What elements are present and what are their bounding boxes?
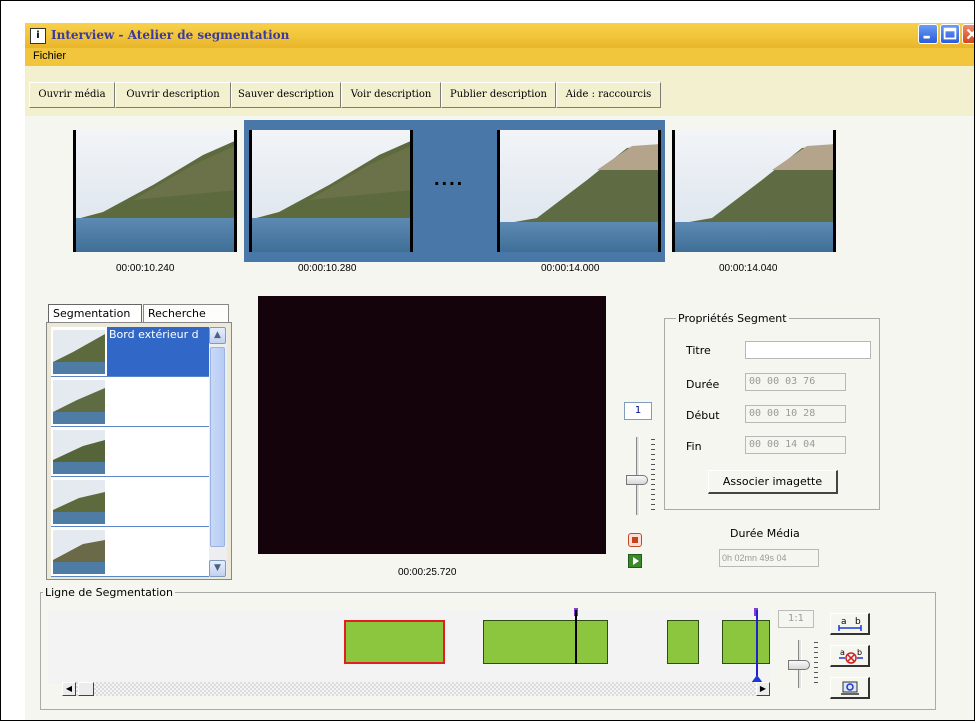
player-time: 00:00:25.720 [398, 567, 457, 578]
segmentation-line-legend: Ligne de Segmentation [43, 586, 175, 599]
timeline-segment[interactable] [483, 620, 608, 664]
thumbnail-4[interactable] [672, 130, 836, 252]
minimize-button[interactable] [918, 24, 938, 44]
timeline-marker [575, 610, 577, 664]
segment-title [107, 527, 209, 576]
zoom-slider[interactable] [788, 640, 822, 690]
svg-text:a: a [841, 617, 847, 627]
segment-list-scrollbar[interactable]: ▲ ▼ [209, 327, 227, 577]
minimize-icon [923, 35, 930, 39]
panel-tabs: Segmentation Recherche [46, 304, 232, 324]
duree-label: Durée [686, 378, 720, 391]
thumbnail-1-time: 00:00:10.240 [116, 263, 175, 274]
segment-title [107, 477, 209, 526]
segment-thumbnail [53, 330, 105, 374]
timeline-segment-selected[interactable] [344, 620, 445, 664]
play-button[interactable] [628, 554, 642, 568]
timeline-scrollbar[interactable] [62, 682, 770, 696]
maximize-icon [943, 27, 957, 40]
maximize-button[interactable] [940, 24, 960, 44]
timeline-segment[interactable] [667, 620, 699, 664]
playback-cursor [756, 610, 758, 676]
media-duration-field: 0h 02mn 49s 04 [719, 549, 819, 567]
segment-title [107, 427, 209, 476]
zoom-slider-handle[interactable] [788, 660, 810, 670]
list-item[interactable] [51, 527, 209, 577]
play-icon [633, 557, 639, 565]
thumbnail-ellipsis: .... [434, 168, 465, 190]
tab-recherche[interactable]: Recherche [143, 304, 229, 324]
split-ab-icon: a b [838, 617, 862, 631]
timeline-scrollbar-thumb[interactable] [78, 682, 94, 696]
preview-segment-button[interactable] [830, 677, 870, 699]
scroll-down-button[interactable]: ▼ [209, 560, 226, 577]
scroll-left-button[interactable]: ◀ [62, 682, 76, 696]
segment-title: Bord extérieur d [107, 327, 209, 376]
segment-list-panel: Bord extérieur d ▲ ▼ [46, 322, 232, 580]
toolbar: Ouvrir média Ouvrir description Sauver d… [25, 66, 974, 116]
segment-title [107, 377, 209, 426]
segment-properties-legend: Propriétés Segment [676, 312, 789, 325]
thumbnail-2-time: 00:00:10.280 [298, 263, 357, 274]
media-duration-label: Durée Média [730, 527, 800, 540]
save-description-button[interactable]: Sauver description [231, 82, 341, 108]
speed-field[interactable]: 1 [624, 402, 652, 420]
open-media-button[interactable]: Ouvrir média [29, 82, 115, 108]
list-item[interactable] [51, 427, 209, 477]
app-icon: i [30, 28, 46, 44]
speed-slider-handle[interactable] [626, 475, 648, 485]
view-description-button[interactable]: Voir description [341, 82, 441, 108]
list-item[interactable] [51, 377, 209, 427]
close-button[interactable] [962, 24, 974, 44]
svg-text:a: a [840, 648, 845, 657]
thumbnail-1[interactable] [73, 130, 237, 252]
stop-icon [632, 537, 638, 543]
speed-slider[interactable] [624, 437, 658, 517]
segment-thumbnail [53, 530, 105, 574]
delete-ab-icon: a b [839, 648, 863, 664]
help-shortcuts-button[interactable]: Aide : raccourcis [556, 82, 661, 108]
menu-bar: Fichier [25, 48, 974, 66]
debut-label: Début [686, 409, 720, 422]
thumbnail-3[interactable] [497, 130, 661, 252]
fin-label: Fin [686, 440, 702, 453]
debut-field: 00 00 10 28 [745, 405, 846, 423]
title-bar: i Interview - Atelier de segmentation [25, 23, 974, 48]
fin-field: 00 00 14 04 [745, 436, 846, 454]
publish-description-button[interactable]: Publier description [441, 82, 556, 108]
thumbnail-2[interactable] [249, 130, 413, 252]
segment-thumbnail [53, 480, 105, 524]
titre-field[interactable] [745, 341, 871, 359]
list-item[interactable] [51, 477, 209, 527]
timeline-segment[interactable] [722, 620, 770, 664]
svg-text:b: b [857, 648, 862, 657]
titre-label: Titre [686, 344, 711, 357]
segment-thumbnail [53, 380, 105, 424]
associate-thumbnail-button[interactable]: Associer imagette [708, 470, 838, 494]
open-description-button[interactable]: Ouvrir description [115, 82, 231, 108]
segment-list: Bord extérieur d [51, 327, 209, 577]
thumbnail-3-time: 00:00:14.000 [541, 263, 600, 274]
video-player[interactable] [258, 296, 606, 554]
list-item[interactable]: Bord extérieur d [51, 327, 209, 377]
stop-button[interactable] [628, 533, 642, 547]
segment-thumbnail [53, 430, 105, 474]
delete-segment-button[interactable]: a b [830, 645, 870, 667]
tab-segmentation[interactable]: Segmentation [48, 304, 142, 324]
scrollbar-thumb[interactable] [210, 347, 225, 547]
window-title: Interview - Atelier de segmentation [51, 28, 290, 42]
thumbnail-4-time: 00:00:14.040 [719, 263, 778, 274]
svg-text:b: b [855, 617, 861, 627]
scroll-up-button[interactable]: ▲ [209, 327, 226, 344]
menu-fichier[interactable]: Fichier [33, 50, 66, 62]
split-segment-button[interactable]: a b [830, 613, 870, 635]
duree-field: 00 00 03 76 [745, 373, 846, 391]
scroll-right-button[interactable]: ▶ [756, 682, 770, 696]
magnifier-icon [841, 681, 859, 695]
zoom-field[interactable]: 1:1 [778, 610, 814, 628]
close-icon [966, 28, 974, 40]
